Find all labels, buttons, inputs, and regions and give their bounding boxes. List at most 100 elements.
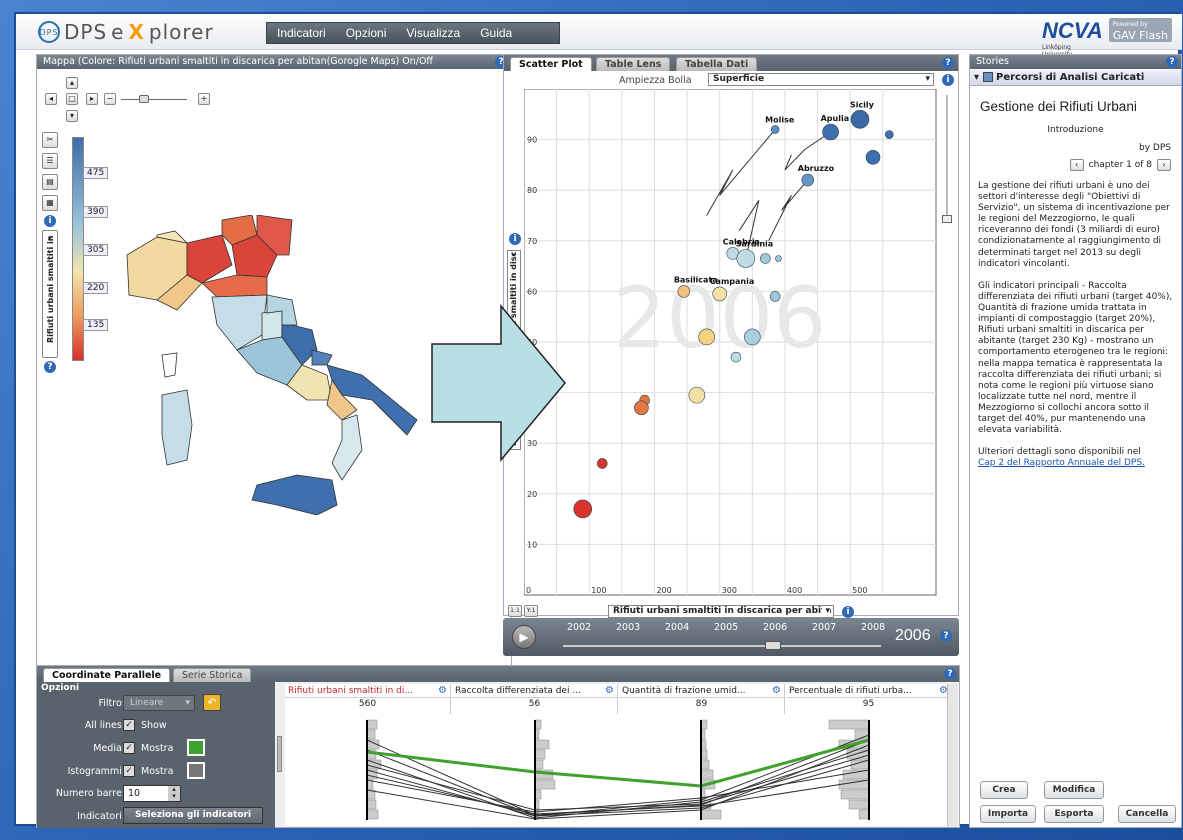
region-corsica[interactable]: [161, 352, 178, 378]
legend-tick[interactable]: 305: [83, 244, 109, 256]
bubble-size-select[interactable]: Superficie ▾: [708, 73, 934, 86]
data-point[interactable]: [801, 173, 815, 187]
axis-settings-icon[interactable]: ⚙: [772, 685, 781, 696]
data-point[interactable]: [769, 291, 781, 302]
legend-label-box[interactable]: ▸ Rifiuti urbani smaltiti in: [42, 230, 58, 358]
region-sardegna[interactable]: [161, 389, 193, 466]
pan-down-icon[interactable]: ▾: [66, 110, 78, 122]
pc-axis-header[interactable]: Rifiuti urbani smaltiti in di... ⚙ 560: [285, 684, 451, 714]
region-molise[interactable]: [311, 349, 333, 366]
tab-coordinate-parallele[interactable]: Coordinate Parallele: [43, 668, 171, 682]
media-color-swatch[interactable]: [187, 739, 205, 756]
help-icon[interactable]: ?: [44, 361, 56, 373]
pc-line[interactable]: [366, 734, 870, 817]
data-point[interactable]: [688, 386, 706, 404]
data-point[interactable]: [775, 255, 782, 262]
cancella-button[interactable]: Cancella: [1118, 805, 1176, 823]
region-calabria[interactable]: [331, 414, 363, 481]
collapse-handle[interactable]: [277, 736, 282, 772]
tab-tabella-dati[interactable]: Tabella Dati: [676, 57, 758, 71]
italy-map[interactable]: [117, 215, 437, 515]
help-icon[interactable]: ?: [944, 668, 956, 680]
data-point[interactable]: [736, 249, 756, 268]
pc-axis-header[interactable]: Raccolta differenziata dei ... ⚙ 56: [452, 684, 618, 714]
pan-up-icon[interactable]: ▴: [66, 77, 78, 89]
stories-header[interactable]: ▾ Percorsi di Analisi Caricati: [970, 70, 1181, 86]
filtro-select[interactable]: Lineare ▾: [123, 695, 195, 711]
data-point[interactable]: [865, 150, 881, 165]
data-point[interactable]: [596, 458, 608, 469]
x-axis-selector[interactable]: Rifiuti urbani smaltiti in discarica per…: [608, 605, 834, 618]
pc-axis-header[interactable]: Percentuale di rifiuti urba... ⚙ 95: [786, 684, 952, 714]
data-point[interactable]: [850, 110, 870, 129]
data-point[interactable]: [573, 499, 593, 519]
timeline-thumb[interactable]: [765, 641, 781, 650]
crea-button[interactable]: Crea: [980, 781, 1028, 799]
story-link[interactable]: Cap 2 del Rapporto Annuale del DPS.: [978, 458, 1174, 469]
media-checkbox[interactable]: ✓: [123, 742, 135, 754]
timeline-year[interactable]: 2006: [763, 622, 787, 633]
parallel-coords-chart[interactable]: [285, 716, 947, 826]
help-icon[interactable]: ?: [1166, 56, 1178, 68]
data-point[interactable]: [885, 130, 894, 139]
data-point[interactable]: [822, 123, 839, 141]
tab-table-lens[interactable]: Table Lens: [596, 57, 671, 71]
tab-scatter-plot[interactable]: Scatter Plot: [510, 57, 592, 71]
data-point[interactable]: [730, 351, 742, 363]
help-icon[interactable]: ?: [940, 630, 952, 642]
pc-axis-header[interactable]: Quantità di frazione umid... ⚙ 89: [619, 684, 785, 714]
legend-tick[interactable]: 220: [83, 282, 109, 294]
istogrammi-checkbox[interactable]: ✓: [123, 765, 135, 777]
color-scale-icon[interactable]: ▦: [42, 195, 58, 211]
timeline-year[interactable]: 2002: [567, 622, 591, 633]
data-point[interactable]: [744, 328, 761, 346]
zoom-in-icon[interactable]: +: [198, 93, 210, 105]
menu-visualizza[interactable]: Visualizza: [396, 26, 470, 40]
region-umbria[interactable]: [261, 310, 283, 341]
prev-chapter-icon[interactable]: ‹: [1069, 159, 1084, 171]
list-icon[interactable]: ☰: [42, 153, 58, 169]
axis-settings-icon[interactable]: ⚙: [438, 685, 447, 696]
zoom-slider-thumb[interactable]: [139, 95, 149, 103]
all-lines-checkbox[interactable]: ✓: [123, 719, 135, 731]
timeline-year[interactable]: 2008: [861, 622, 885, 633]
info-icon[interactable]: i: [842, 606, 854, 618]
menu-opzioni[interactable]: Opzioni: [336, 26, 397, 40]
legend-tick[interactable]: 135: [83, 319, 109, 331]
undo-icon[interactable]: ↶: [203, 694, 221, 711]
scatter-plot[interactable]: 20069080706050403020100100200300400500Mo…: [524, 89, 940, 599]
timeline-track[interactable]: [563, 645, 881, 647]
play-icon[interactable]: ▶: [512, 625, 536, 649]
pan-right-icon[interactable]: ▸: [86, 93, 98, 105]
timeline-year[interactable]: 2005: [714, 622, 738, 633]
timeline-year[interactable]: 2003: [616, 622, 640, 633]
tab-serie-storica[interactable]: Serie Storica: [173, 668, 252, 682]
data-point[interactable]: [698, 328, 715, 346]
zoom-out-icon[interactable]: −: [104, 93, 116, 105]
pc-scrollbar[interactable]: [947, 684, 957, 826]
scale-y-button[interactable]: Y:1: [524, 605, 538, 617]
zoom-slider[interactable]: [121, 99, 187, 100]
stepper-arrows-icon[interactable]: ▴ ▾: [168, 786, 180, 801]
legend-icon[interactable]: ▤: [42, 174, 58, 190]
timeline-year[interactable]: 2007: [812, 622, 836, 633]
next-chapter-icon[interactable]: ›: [1157, 159, 1171, 171]
esporta-button[interactable]: Esporta: [1044, 805, 1104, 823]
data-point[interactable]: [677, 285, 691, 298]
info-icon[interactable]: i: [509, 233, 521, 245]
seleziona-indicatori-button[interactable]: Seleziona gli indicatori: [123, 807, 263, 824]
menu-guida[interactable]: Guida: [470, 26, 522, 40]
istogrammi-color-swatch[interactable]: [187, 762, 205, 779]
y-zoom-thumb[interactable]: [942, 215, 952, 223]
legend-tick[interactable]: 390: [83, 206, 109, 218]
pan-left-icon[interactable]: ◂: [45, 93, 57, 105]
tools-icon[interactable]: ✂: [42, 132, 58, 148]
data-point[interactable]: [770, 125, 780, 134]
region-lombardia[interactable]: [186, 234, 233, 284]
data-point[interactable]: [760, 253, 771, 264]
info-icon[interactable]: i: [942, 74, 954, 86]
modifica-button[interactable]: Modifica: [1044, 781, 1104, 799]
timeline-year[interactable]: 2004: [665, 622, 689, 633]
axis-settings-icon[interactable]: ⚙: [605, 685, 614, 696]
barre-stepper[interactable]: 10 ▴ ▾: [123, 785, 181, 802]
